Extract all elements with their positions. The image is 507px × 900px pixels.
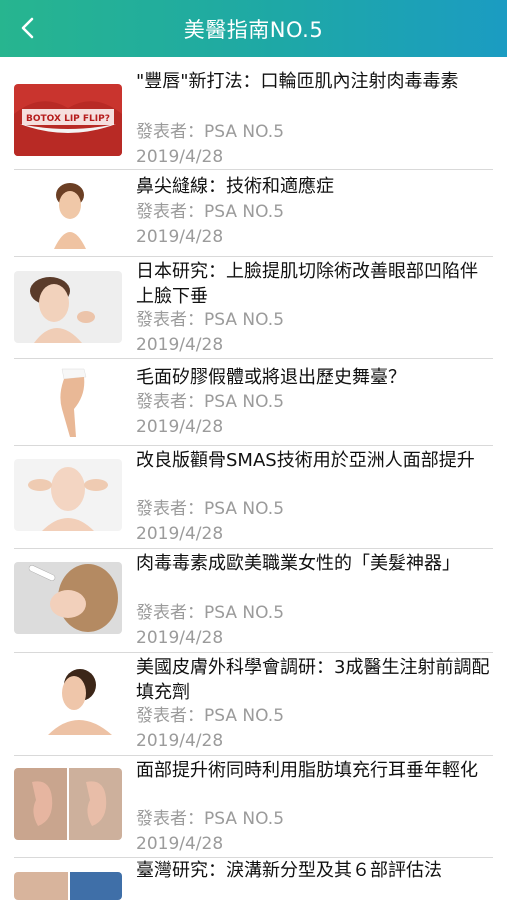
thumbnail-image: BOTOX LIP FLIP? xyxy=(14,84,122,156)
article-date: 2019/4/28 xyxy=(136,227,224,247)
article-title: "豐唇"新打法：口輪匝肌內注射肉毒毒素 xyxy=(136,71,459,92)
article-author: 發表者：PSA NO.5 xyxy=(136,392,285,412)
article-title: 美國皮膚外科學會調研：3成醫生注射前調配填充劑 xyxy=(136,657,490,703)
nav-bar: 美醫指南NO.5 xyxy=(0,0,507,57)
article-date: 2019/4/28 xyxy=(136,335,224,355)
list-item[interactable]: 肉毒毒素成歐美職業女性的「美髮神器」 發表者：PSA NO.5 2019/4/2… xyxy=(0,549,507,651)
article-author: 發表者：PSA NO.5 xyxy=(136,603,285,623)
list-item[interactable]: 美國皮膚外科學會調研：3成醫生注射前調配填充劑 發表者：PSA NO.5 201… xyxy=(0,653,507,754)
article-author: 發表者：PSA NO.5 xyxy=(136,310,285,330)
article-author: 發表者：PSA NO.5 xyxy=(136,706,285,726)
article-author: 發表者：PSA NO.5 xyxy=(136,202,285,222)
list-item[interactable]: 臺灣研究：淚溝新分型及其６部評估法 xyxy=(0,858,507,900)
thumbnail-image xyxy=(14,365,122,437)
thumbnail-image xyxy=(14,459,122,531)
article-title: 毛面矽膠假體或將退出歷史舞臺？ xyxy=(136,367,406,388)
article-author: 發表者：PSA NO.5 xyxy=(136,122,285,142)
thumbnail-image xyxy=(14,177,122,249)
article-date: 2019/4/28 xyxy=(136,834,224,854)
thumb-label: BOTOX LIP FLIP? xyxy=(26,114,110,124)
article-title: 改良版顴骨SMAS技術用於亞洲人面部提升 xyxy=(136,450,475,471)
article-date: 2019/4/28 xyxy=(136,628,224,648)
list-item[interactable]: 面部提升術同時利用脂肪填充行耳垂年輕化 發表者：PSA NO.5 2019/4/… xyxy=(0,756,507,856)
list-item[interactable]: 日本研究：上臉提肌切除術改善眼部凹陷伴上臉下垂 發表者：PSA NO.5 201… xyxy=(0,257,507,357)
article-title: 面部提升術同時利用脂肪填充行耳垂年輕化 xyxy=(136,760,478,781)
thumbnail-image xyxy=(14,562,122,634)
article-date: 2019/4/28 xyxy=(136,731,224,751)
article-author: 發表者：PSA NO.5 xyxy=(136,499,285,519)
article-author: 發表者：PSA NO.5 xyxy=(136,809,285,829)
article-title: 日本研究：上臉提肌切除術改善眼部凹陷伴上臉下垂 xyxy=(136,261,478,307)
list-item[interactable]: 改良版顴骨SMAS技術用於亞洲人面部提升 發表者：PSA NO.5 2019/4… xyxy=(0,446,507,547)
list-item[interactable]: 鼻尖縫線：技術和適應症 發表者：PSA NO.5 2019/4/28 xyxy=(0,170,507,255)
article-title: 鼻尖縫線：技術和適應症 xyxy=(136,176,334,197)
article-title: 肉毒毒素成歐美職業女性的「美髮神器」 xyxy=(136,553,460,574)
thumbnail-image xyxy=(14,872,122,900)
thumbnail-image xyxy=(14,663,122,735)
list-item[interactable]: 毛面矽膠假體或將退出歷史舞臺？ 發表者：PSA NO.5 2019/4/28 xyxy=(0,359,507,444)
thumbnail-image xyxy=(14,768,122,840)
article-date: 2019/4/28 xyxy=(136,147,224,167)
article-date: 2019/4/28 xyxy=(136,417,224,437)
article-title: 臺灣研究：淚溝新分型及其６部評估法 xyxy=(136,860,442,881)
article-date: 2019/4/28 xyxy=(136,524,224,544)
thumbnail-image xyxy=(14,271,122,343)
page-title: 美醫指南NO.5 xyxy=(183,18,324,42)
list-item[interactable]: BOTOX LIP FLIP? "豐唇"新打法：口輪匝肌內注射肉毒毒素 發表者：… xyxy=(0,57,507,169)
